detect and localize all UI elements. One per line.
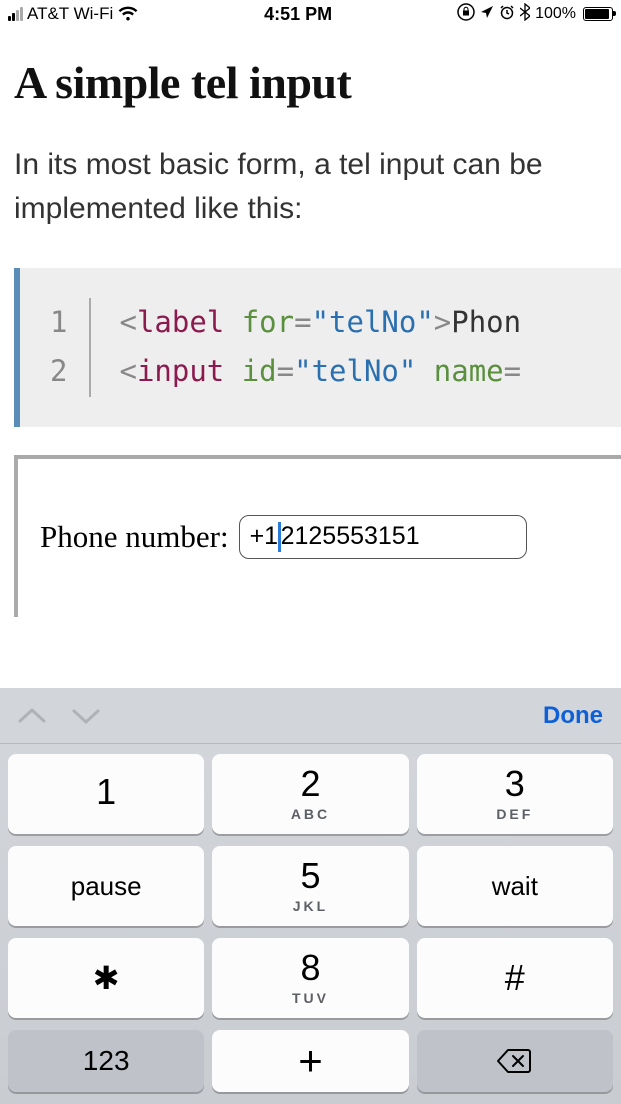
key-label: + <box>298 1040 323 1082</box>
key-label: 123 <box>83 1045 130 1077</box>
status-right: 100% <box>457 3 613 26</box>
key-label: # <box>505 960 525 996</box>
backspace-icon <box>496 1047 534 1075</box>
keyboard: Done 1 2 ABC 3 DEF pause 5 JKL <box>0 688 621 1104</box>
status-bar: AT&T Wi-Fi 4:51 PM 100% <box>0 0 621 28</box>
key-primary-label: 5 <box>300 858 320 894</box>
key-8[interactable]: 8 TUV <box>212 938 408 1018</box>
carrier-label: AT&T Wi-Fi <box>27 4 113 24</box>
key-secondary-label: JKL <box>293 898 328 914</box>
key-secondary-label: DEF <box>496 806 533 822</box>
key-primary-label: 2 <box>300 766 320 802</box>
key-secondary-label: TUV <box>292 990 329 1006</box>
key-wait[interactable]: wait <box>417 846 613 926</box>
key-backspace[interactable] <box>417 1030 613 1092</box>
code-lines: <label for="telNo">Phon <input id="telNo… <box>91 298 521 397</box>
key-1[interactable]: 1 <box>8 754 204 834</box>
phone-input[interactable]: +12125553151 <box>239 515 527 559</box>
code-line: <label for="telNo">Phon <box>119 298 521 347</box>
key-hash[interactable]: # <box>417 938 613 1018</box>
battery-percent: 100% <box>535 5 576 23</box>
key-primary-label: 1 <box>96 774 116 810</box>
keyboard-done-button[interactable]: Done <box>543 702 603 730</box>
alarm-icon <box>499 4 515 25</box>
key-plus[interactable]: + <box>212 1030 408 1092</box>
key-5[interactable]: 5 JKL <box>212 846 408 926</box>
clock: 4:51 PM <box>264 4 332 25</box>
phone-value-post: 2125553151 <box>281 522 420 551</box>
key-label: pause <box>71 871 142 902</box>
bluetooth-icon <box>520 3 530 26</box>
keyboard-toolbar: Done <box>0 688 621 744</box>
example-frame: Phone number: +12125553151 <box>14 455 621 617</box>
code-line: <input id="telNo" name= <box>119 347 521 396</box>
page-content: A simple tel input In its most basic for… <box>0 56 621 617</box>
key-label: ✱ <box>93 962 120 994</box>
key-star[interactable]: ✱ <box>8 938 204 1018</box>
wifi-icon <box>117 6 139 22</box>
orientation-lock-icon <box>457 3 475 26</box>
key-secondary-label: ABC <box>291 806 330 822</box>
location-icon <box>480 5 494 24</box>
key-primary-label: 3 <box>505 766 525 802</box>
battery-icon <box>583 7 613 21</box>
key-3[interactable]: 3 DEF <box>417 754 613 834</box>
phone-value-pre: +1 <box>250 522 279 551</box>
key-label: wait <box>492 871 538 902</box>
key-primary-label: 8 <box>300 950 320 986</box>
prev-field-icon[interactable] <box>18 707 46 725</box>
line-number: 1 <box>50 298 67 347</box>
page-intro: In its most basic form, a tel input can … <box>14 143 607 230</box>
key-mode-123[interactable]: 123 <box>8 1030 204 1092</box>
key-2[interactable]: 2 ABC <box>212 754 408 834</box>
page-heading: A simple tel input <box>14 56 607 109</box>
line-number: 2 <box>50 347 67 396</box>
phone-label: Phone number: <box>40 519 229 555</box>
cell-signal-icon <box>8 7 23 21</box>
next-field-icon[interactable] <box>72 707 100 725</box>
code-gutter: 1 2 <box>20 298 91 397</box>
status-left: AT&T Wi-Fi <box>8 4 139 24</box>
key-pause[interactable]: pause <box>8 846 204 926</box>
code-block: 1 2 <label for="telNo">Phon <input id="t… <box>14 268 621 427</box>
